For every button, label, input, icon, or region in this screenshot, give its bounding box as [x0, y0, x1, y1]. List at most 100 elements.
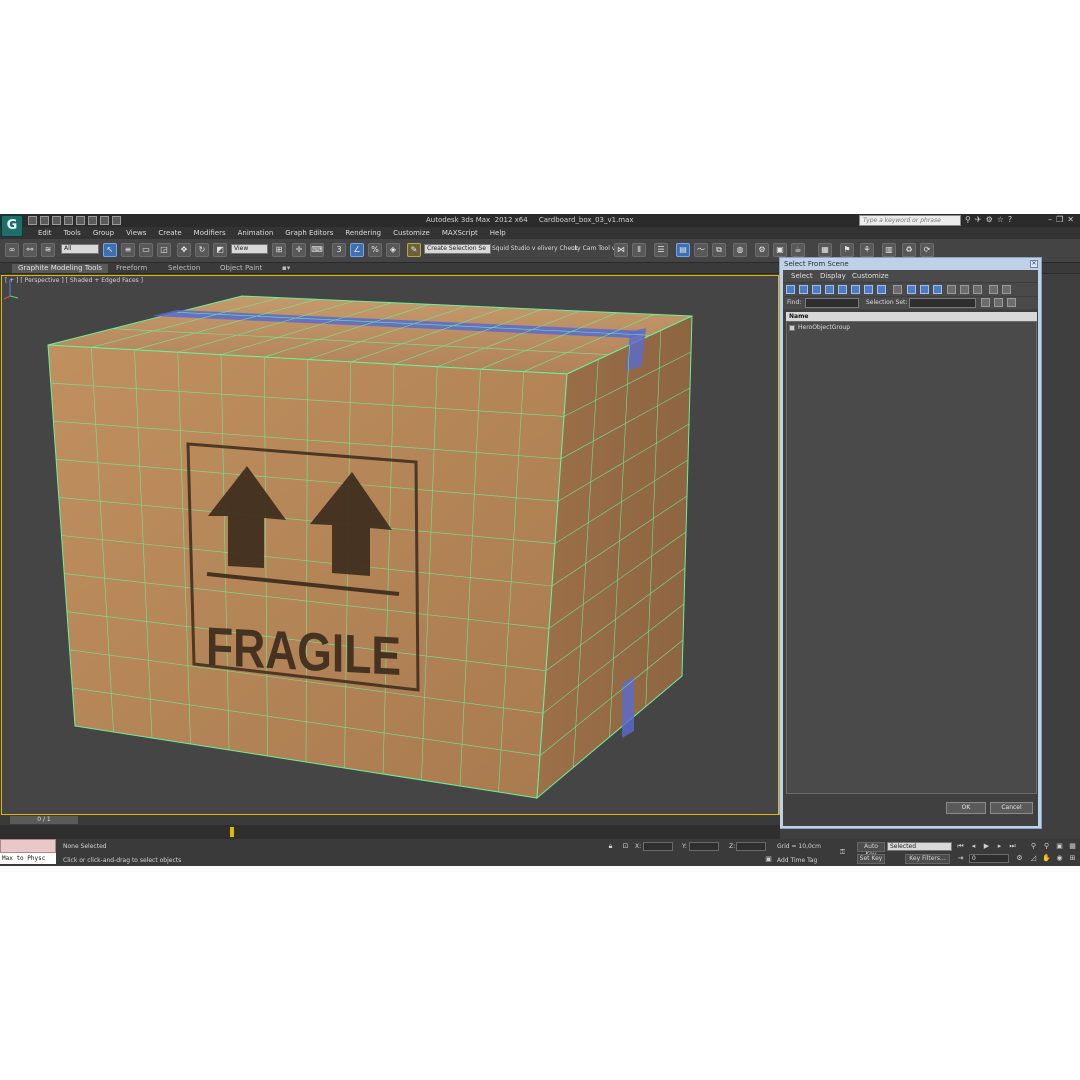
fetch-icon[interactable]	[100, 216, 109, 225]
key-mode-toggle-icon[interactable]: ⇥	[956, 854, 965, 863]
maxscript-listener-mini[interactable]	[0, 839, 56, 853]
display-frozen-icon[interactable]	[920, 285, 929, 294]
link-icon[interactable]: ∞	[5, 243, 19, 257]
schematic-view-icon[interactable]: ⧉	[712, 243, 726, 257]
selection-filter-dropdown[interactable]: All	[61, 244, 99, 254]
rotate-icon[interactable]: ↻	[195, 243, 209, 257]
ribbon-options-icon[interactable]: ▪▾	[276, 264, 296, 273]
extra-tool-6-icon[interactable]: ⟳	[920, 243, 934, 257]
frame-indicator[interactable]: 0 / 1	[10, 816, 78, 824]
filter-icon[interactable]	[989, 285, 998, 294]
graphite-ribbon-icon[interactable]: ▤	[676, 243, 690, 257]
menu-customize[interactable]: Customize	[387, 229, 436, 237]
menu-modifiers[interactable]: Modifiers	[188, 229, 232, 237]
script-button-2[interactable]: uty Cam Tool v	[571, 245, 615, 252]
display-containers-icon[interactable]	[907, 285, 916, 294]
dialog-close-icon[interactable]: ✕	[1030, 260, 1038, 268]
previous-frame-icon[interactable]: ◂	[969, 842, 978, 851]
z-coordinate-field[interactable]	[736, 842, 766, 851]
select-manipulate-icon[interactable]: ✛	[292, 243, 306, 257]
select-object-icon[interactable]: ↖	[103, 243, 117, 257]
display-groups-icon[interactable]	[864, 285, 873, 294]
open-file-icon[interactable]	[40, 216, 49, 225]
pan-view-icon[interactable]: ✋	[1042, 854, 1051, 863]
display-bones-icon[interactable]	[893, 285, 902, 294]
current-frame-field[interactable]: 0	[969, 854, 1009, 863]
tab-selection[interactable]: Selection	[162, 264, 206, 273]
play-icon[interactable]: ▶	[982, 842, 991, 851]
extra-tool-2-icon[interactable]: ⚑	[840, 243, 854, 257]
bind-space-warp-icon[interactable]: ≋	[41, 243, 55, 257]
subscription-icon[interactable]: ✈	[975, 215, 982, 224]
remove-selection-set-icon[interactable]	[994, 298, 1003, 307]
column-header-name[interactable]: Name	[786, 312, 1037, 321]
display-cameras-icon[interactable]	[825, 285, 834, 294]
mirror-icon[interactable]: ⋈	[614, 243, 628, 257]
menu-group[interactable]: Group	[87, 229, 120, 237]
communication-icon[interactable]: ⚙	[986, 215, 993, 224]
dialog-menu-customize[interactable]: Customize	[852, 272, 889, 280]
curve-editor-icon[interactable]: 〜	[694, 243, 708, 257]
dialog-menu-display[interactable]: Display	[820, 272, 846, 280]
menu-help[interactable]: Help	[484, 229, 512, 237]
close-icon[interactable]: ✕	[1067, 215, 1074, 224]
absolute-mode-icon[interactable]: ⊡	[621, 842, 630, 851]
add-time-tag[interactable]: Add Time Tag	[777, 857, 817, 864]
next-frame-icon[interactable]: ▸	[995, 842, 1004, 851]
select-none-icon[interactable]	[960, 285, 969, 294]
extra-tool-5-icon[interactable]: ♻	[902, 243, 916, 257]
menu-edit[interactable]: Edit	[32, 229, 58, 237]
time-tag-icon[interactable]: ▣	[764, 855, 773, 864]
scene-object-list[interactable]: HeroObjectGroup	[786, 321, 1037, 794]
minimize-icon[interactable]: –	[1048, 215, 1052, 224]
reference-coordinate-dropdown[interactable]: View	[231, 244, 268, 254]
menu-create[interactable]: Create	[152, 229, 187, 237]
select-by-name-icon[interactable]: ≡	[121, 243, 135, 257]
select-all-icon[interactable]	[947, 285, 956, 294]
perspective-viewport[interactable]: FRAGILE [ + ] [ Perspective ] [ Shaded +…	[1, 275, 779, 815]
create-selection-set-icon[interactable]	[981, 298, 990, 307]
menu-graph-editors[interactable]: Graph Editors	[279, 229, 339, 237]
spinner-snap-icon[interactable]: ◈	[386, 243, 400, 257]
x-coordinate-field[interactable]	[643, 842, 673, 851]
restore-icon[interactable]: ❐	[1056, 215, 1063, 224]
time-slider[interactable]: 0 / 1	[0, 815, 780, 825]
extra-tool-4-icon[interactable]: ▥	[882, 243, 896, 257]
zoom-icon[interactable]: ⚲	[1029, 842, 1038, 851]
lock-selection-icon[interactable]: 🔒︎	[606, 842, 615, 851]
tab-freeform[interactable]: Freeform	[110, 264, 153, 273]
viewport-label[interactable]: [ + ] [ Perspective ] [ Shaded + Edged F…	[5, 277, 143, 284]
find-input[interactable]	[805, 298, 859, 308]
dialog-menu-select[interactable]: Select	[791, 272, 813, 280]
maximize-viewport-icon[interactable]: ⊞	[1068, 854, 1077, 863]
go-to-start-icon[interactable]: ⏮	[956, 842, 965, 851]
ok-button[interactable]: OK	[946, 802, 986, 814]
keyboard-shortcut-icon[interactable]: ⌨	[310, 243, 324, 257]
field-of-view-icon[interactable]: ◿	[1029, 854, 1038, 863]
angle-snap-icon[interactable]: ∠	[350, 243, 364, 257]
cancel-button[interactable]: Cancel	[990, 802, 1033, 814]
app-logo-icon[interactable]: G	[1, 215, 23, 237]
selection-set-dropdown[interactable]	[909, 298, 976, 308]
save-file-icon[interactable]	[52, 216, 61, 225]
y-coordinate-field[interactable]	[689, 842, 719, 851]
list-item[interactable]: HeroObjectGroup	[789, 324, 850, 331]
snaps-toggle-icon[interactable]: 3	[332, 243, 346, 257]
redo-icon[interactable]	[76, 216, 85, 225]
binoculars-icon[interactable]: ⚲	[965, 215, 971, 224]
time-configuration-icon[interactable]: ⚙	[1015, 854, 1024, 863]
zoom-all-icon[interactable]: ⚲	[1042, 842, 1051, 851]
edit-named-selection-icon[interactable]: ✎	[407, 243, 421, 257]
render-production-icon[interactable]: ☕	[791, 243, 805, 257]
script-button-1[interactable]: Squid Studio v elivery Check	[492, 245, 578, 252]
orbit-icon[interactable]: ◉	[1055, 854, 1064, 863]
display-lights-icon[interactable]	[812, 285, 821, 294]
key-mode-dropdown[interactable]: Selected	[887, 842, 952, 851]
hold-icon[interactable]	[88, 216, 97, 225]
help-icon[interactable]: ?	[1008, 215, 1012, 224]
material-editor-icon[interactable]: ◍	[733, 243, 747, 257]
scale-icon[interactable]: ◩	[213, 243, 227, 257]
extra-tool-3-icon[interactable]: ⚘	[860, 243, 874, 257]
extra-tool-1-icon[interactable]: ▦	[818, 243, 832, 257]
zoom-extents-all-icon[interactable]: ▦	[1068, 842, 1077, 851]
